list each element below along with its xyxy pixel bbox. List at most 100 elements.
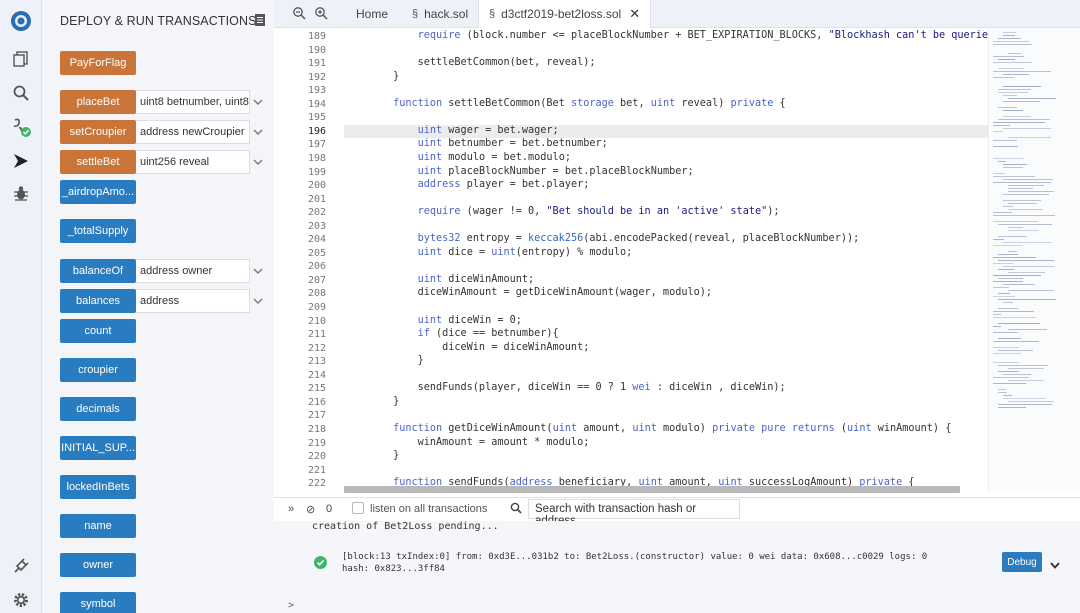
- function-row-balances: balances address: [60, 289, 266, 313]
- code-line: if (dice == betnumber){: [417, 328, 559, 340]
- listen-all-checkbox[interactable]: [352, 502, 364, 514]
- lockedinbets-button[interactable]: lockedInBets: [60, 475, 136, 499]
- minimap-stroke: [993, 332, 1019, 333]
- tab-hack-sol[interactable]: § hack.sol: [402, 0, 478, 28]
- minimap-stroke: [1003, 101, 1041, 102]
- totalsupply-button[interactable]: _totalSupply: [60, 219, 136, 243]
- minimap-stroke: [993, 353, 1021, 354]
- balanceof-args-input[interactable]: address owner: [136, 259, 250, 283]
- chevron-down-icon[interactable]: [250, 289, 266, 313]
- placebet-args-input[interactable]: uint8 betnumber, uint8 m: [136, 90, 250, 114]
- minimap-stroke: [998, 278, 1024, 279]
- minimap-stroke: [993, 77, 1014, 78]
- line-number: 216: [307, 396, 326, 408]
- minimap-stroke: [1003, 86, 1041, 87]
- remix-logo-icon[interactable]: [8, 8, 34, 34]
- minimap-stroke: [993, 146, 1018, 147]
- decimals-button[interactable]: decimals: [60, 397, 136, 421]
- line-number: 214: [307, 369, 326, 381]
- minimap-stroke: [1008, 188, 1034, 189]
- documentation-icon[interactable]: [254, 13, 266, 27]
- minimap-stroke: [1003, 194, 1050, 195]
- settlebet-args-input[interactable]: uint256 reveal: [136, 150, 250, 174]
- minimap-stroke: [1003, 374, 1031, 375]
- terminal-prompt[interactable]: >: [288, 600, 294, 611]
- balances-button[interactable]: balances: [60, 289, 136, 313]
- plugin-manager-icon[interactable]: [8, 553, 34, 579]
- tab-label: Home: [356, 7, 389, 21]
- function-row-totalsupply: _totalSupply: [60, 219, 136, 243]
- chevron-down-icon[interactable]: [250, 259, 266, 283]
- minimap-stroke: [998, 299, 1056, 300]
- tab-d3ctf2019-bet2loss-sol[interactable]: § d3ctf2019-bet2loss.sol ✕: [478, 0, 652, 28]
- search-icon[interactable]: [8, 80, 34, 106]
- terminal-output: creation of Bet2Loss pending... [block:1…: [274, 521, 1080, 613]
- count-button[interactable]: count: [60, 319, 136, 343]
- chevron-down-icon[interactable]: [250, 120, 266, 144]
- file-icon: §: [412, 8, 419, 20]
- minimap[interactable]: [988, 28, 1080, 491]
- debugger-bug-icon[interactable]: [8, 180, 34, 206]
- close-icon[interactable]: ✕: [629, 6, 640, 22]
- minimap-stroke: [993, 221, 1038, 222]
- function-row-symbol: symbol: [60, 592, 136, 613]
- line-number: 198: [307, 152, 326, 164]
- minimap-stroke: [993, 212, 1013, 213]
- minimap-stroke: [993, 287, 1009, 288]
- line-number: 200: [307, 180, 326, 192]
- setcroupier-button[interactable]: setCroupier: [60, 120, 136, 144]
- chevron-down-icon[interactable]: [1050, 558, 1060, 572]
- clear-terminal-icon[interactable]: ⊘: [306, 503, 315, 516]
- line-number: 191: [307, 58, 326, 70]
- code-line: address player = bet.player;: [417, 179, 590, 191]
- minimap-stroke: [998, 224, 1053, 225]
- placebet-button[interactable]: placeBet: [60, 90, 136, 114]
- code-editor[interactable]: require (block.number <= placeBlockNumbe…: [344, 28, 988, 491]
- balances-args-input[interactable]: address: [136, 289, 250, 313]
- horizontal-scrollbar[interactable]: [344, 486, 960, 493]
- minimap-stroke: [993, 158, 1024, 159]
- settlebet-button[interactable]: settleBet: [60, 150, 136, 174]
- airdropamount-button[interactable]: _airdropAmo...: [60, 180, 136, 204]
- deploy-run-icon[interactable]: [8, 148, 34, 174]
- symbol-button[interactable]: symbol: [60, 592, 136, 613]
- file-explorer-icon[interactable]: [8, 46, 34, 72]
- owner-button[interactable]: owner: [60, 553, 136, 577]
- zoom-out-icon[interactable]: [292, 6, 308, 22]
- setcroupier-args-input[interactable]: address newCroupier: [136, 120, 250, 144]
- minimap-stroke: [993, 140, 1017, 141]
- minimap-stroke: [998, 107, 1017, 108]
- minimap-stroke: [1008, 191, 1054, 192]
- minimap-stroke: [998, 161, 1007, 162]
- line-number: 210: [307, 315, 326, 327]
- minimap-stroke: [993, 62, 1032, 63]
- code-line: uint modulo = bet.modulo;: [417, 151, 571, 163]
- payforflag-button[interactable]: PayForFlag: [60, 51, 136, 75]
- zoom-in-icon[interactable]: [314, 6, 330, 22]
- line-number: 192: [307, 71, 326, 83]
- code-line: uint diceWinAmount;: [417, 273, 535, 285]
- code-line: uint dice = uint(entropy) % modulo;: [417, 246, 633, 258]
- minimap-stroke: [1008, 53, 1021, 54]
- croupier-button[interactable]: croupier: [60, 358, 136, 382]
- function-row-payforflag: PayForFlag: [60, 51, 136, 75]
- settings-gear-icon[interactable]: [8, 587, 34, 613]
- tx-search-input[interactable]: Search with transaction hash or address: [528, 499, 740, 527]
- minimap-stroke: [998, 38, 1021, 39]
- solidity-compiler-icon[interactable]: [8, 114, 34, 140]
- chevron-down-icon[interactable]: [250, 150, 266, 174]
- line-number: 215: [307, 383, 326, 395]
- minimap-stroke: [993, 56, 1025, 57]
- name-button[interactable]: name: [60, 514, 136, 538]
- chevron-down-icon[interactable]: [250, 90, 266, 114]
- minimap-stroke: [998, 308, 1019, 309]
- debug-button[interactable]: Debug: [1002, 552, 1042, 572]
- tab-home[interactable]: Home: [346, 0, 398, 28]
- line-number: 207: [307, 274, 326, 286]
- initialsupply-button[interactable]: INITIAL_SUP...: [60, 436, 136, 460]
- line-number: 212: [307, 342, 326, 354]
- collapse-terminal-icon[interactable]: »: [288, 503, 294, 515]
- balanceof-button[interactable]: balanceOf: [60, 259, 136, 283]
- minimap-stroke: [1003, 164, 1027, 165]
- minimap-stroke: [993, 245, 1023, 246]
